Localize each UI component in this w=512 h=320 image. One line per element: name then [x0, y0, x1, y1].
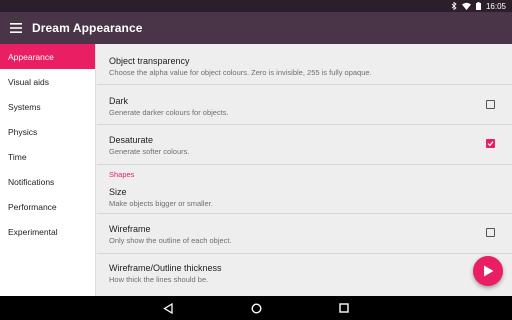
sidebar-item-physics[interactable]: Physics: [0, 119, 95, 144]
sidebar-item-label: Performance: [8, 201, 57, 212]
sidebar-item-visual-aids[interactable]: Visual aids: [0, 69, 95, 94]
pref-title: Size: [109, 187, 127, 197]
sidebar-item-label: Time: [8, 151, 27, 162]
play-button[interactable]: [473, 256, 503, 286]
pref-title: Desaturate: [109, 135, 154, 145]
sidebar-item-label: Appearance: [8, 51, 54, 62]
pref-summary: Generate softer colours.: [109, 147, 190, 156]
pref-summary: Choose the alpha value for object colour…: [109, 68, 372, 77]
pref-wireframe[interactable]: Wireframe Only show the outline of each …: [97, 214, 512, 254]
sidebar-item-label: Physics: [8, 126, 38, 137]
check-icon: [487, 141, 494, 147]
pref-size[interactable]: Size Make objects bigger or smaller.: [97, 183, 512, 214]
sidebar-item-experimental[interactable]: Experimental: [0, 219, 95, 244]
bluetooth-icon: [451, 2, 457, 10]
pref-dark[interactable]: Dark Generate darker colours for objects…: [97, 85, 512, 125]
dark-checkbox[interactable]: [486, 100, 495, 109]
pref-title: Wireframe: [109, 224, 151, 234]
sidebar-item-label: Experimental: [8, 226, 58, 237]
desaturate-checkbox[interactable]: [486, 139, 495, 148]
back-icon[interactable]: [161, 301, 175, 315]
preferences-list: Object transparency Choose the alpha val…: [97, 44, 512, 296]
play-icon: [483, 265, 493, 277]
sidebar: Appearance Visual aids Systems Physics T…: [0, 44, 96, 296]
sidebar-item-systems[interactable]: Systems: [0, 94, 95, 119]
pref-title: Dark: [109, 96, 129, 106]
pref-summary: Generate darker colours for objects.: [109, 108, 229, 117]
sidebar-item-label: Visual aids: [8, 76, 49, 87]
section-header-shapes: Shapes: [97, 165, 512, 183]
app-bar: Dream Appearance: [0, 12, 512, 44]
sidebar-item-performance[interactable]: Performance: [0, 194, 95, 219]
page-title: Dream Appearance: [32, 21, 143, 35]
pref-title: Object transparency: [109, 56, 190, 66]
battery-icon: [475, 2, 481, 10]
pref-title: Wireframe/Outline thickness: [109, 263, 222, 273]
sidebar-item-appearance[interactable]: Appearance: [0, 44, 95, 69]
home-icon[interactable]: [249, 301, 263, 315]
status-time: 16:05: [485, 1, 506, 11]
system-nav-bar: [0, 296, 512, 320]
wireframe-checkbox[interactable]: [486, 228, 495, 237]
sidebar-item-label: Systems: [8, 101, 41, 112]
pref-object-transparency[interactable]: Object transparency Choose the alpha val…: [97, 44, 512, 85]
pref-wireframe-thickness[interactable]: Wireframe/Outline thickness How thick th…: [97, 254, 512, 294]
sidebar-item-notifications[interactable]: Notifications: [0, 169, 95, 194]
sidebar-item-time[interactable]: Time: [0, 144, 95, 169]
status-bar: 16:05: [0, 0, 512, 12]
recents-icon[interactable]: [337, 301, 351, 315]
wifi-icon: [461, 2, 471, 10]
hamburger-menu-icon[interactable]: [9, 22, 23, 34]
pref-summary: Make objects bigger or smaller.: [109, 199, 213, 208]
section-header-label: Shapes: [109, 170, 135, 179]
pref-desaturate[interactable]: Desaturate Generate softer colours.: [97, 125, 512, 165]
pref-summary: Only show the outline of each object.: [109, 236, 232, 245]
pref-summary: How thick the lines should be.: [109, 275, 209, 284]
sidebar-item-label: Notifications: [8, 176, 55, 187]
